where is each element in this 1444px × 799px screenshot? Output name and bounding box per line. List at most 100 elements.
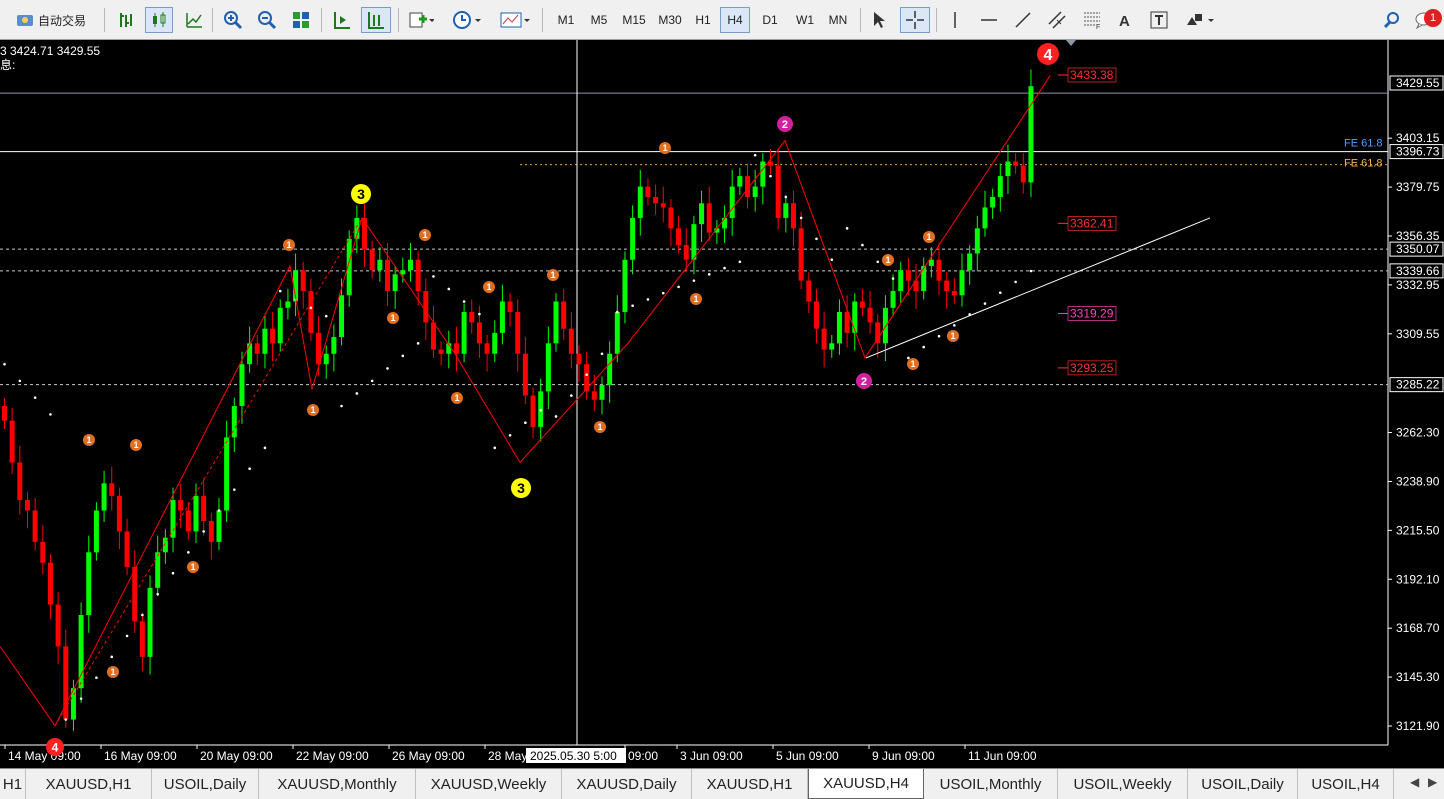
tab-xauusd-weekly[interactable]: XAUUSD,Weekly [416,769,562,799]
tab-xauusd-h1[interactable]: XAUUSD,H1 [26,769,152,799]
clock-icon[interactable] [448,7,486,33]
sar-dot [600,352,604,356]
wave-projection-line[interactable] [54,217,363,727]
sar-dot [891,277,895,280]
templates-icon[interactable] [495,7,535,33]
sar-dot [309,306,313,310]
candle-bearish [706,203,712,233]
crosshair-icon[interactable] [900,7,930,33]
tab-usoil-daily-2[interactable]: USOIL,Daily [1188,769,1298,799]
candle-bullish [224,437,230,511]
level-price-label: 3293.25 [1070,361,1114,375]
line-chart-icon[interactable] [181,7,207,33]
sar-dot [202,530,205,533]
shapes-icon[interactable] [1180,7,1220,33]
candle-bullish [928,259,934,266]
candle-bearish [385,259,390,292]
auto-trade-button[interactable]: 自动交易 [4,7,98,33]
sar-dot [570,394,573,397]
tile-windows-icon[interactable] [287,7,315,33]
candle-bullish [607,353,613,386]
price-axis-label: 3285.22 [1396,378,1440,392]
candle-bearish [951,291,957,296]
chart-info: 3 3424.71 3429.55 息: [0,44,100,72]
text-label-icon[interactable] [1145,7,1173,33]
candle-bearish [821,328,827,350]
tab-usoil-weekly[interactable]: USOIL,Weekly [1058,769,1188,799]
tab-h1[interactable]: H1 [0,769,26,799]
sar-dot [830,258,834,262]
price-chart[interactable]: 3429.55 3403.15 3396.73 3379.75 3356.35 3350.… [0,40,1444,768]
timeframe-m15[interactable]: M15 [616,7,652,33]
candle-bearish [55,604,61,647]
tab-xauusd-h1-2[interactable]: XAUUSD,H1 [692,769,808,799]
candle-bullish [630,217,636,260]
zoom-out-icon[interactable] [253,7,281,33]
candle-bullish [339,295,345,338]
candle-bullish [262,328,268,354]
timeframe-w1[interactable]: W1 [789,7,821,33]
trend-line-icon[interactable] [1010,7,1036,33]
autoscroll-icon[interactable] [328,7,356,33]
candle-bearish [9,420,15,463]
tab-usoil-h4[interactable]: USOIL,H4 [1298,769,1394,799]
tab-xauusd-h4[interactable]: XAUUSD,H4 [808,769,924,799]
search-icon[interactable] [1380,7,1404,33]
tab-scroll-right-icon[interactable]: ▶ [1428,775,1437,789]
candle-bullish [783,203,789,218]
sar-dot [585,373,588,376]
bar-chart-icon[interactable] [113,7,139,33]
notification-badge[interactable]: 1 [1424,9,1442,27]
sar-dot [278,289,282,293]
candle-bullish [170,500,176,538]
sar-dot [616,310,619,314]
wave-label-origin-text: 4 [52,740,59,754]
wave-label-1-text: 1 [926,232,931,242]
candle-chart-icon[interactable] [145,7,173,33]
timeframe-mn[interactable]: MN [822,7,854,33]
time-axis-label: 20 May 09:00 [200,749,273,763]
timeframe-m1[interactable]: M1 [550,7,582,33]
tab-xauusd-monthly[interactable]: XAUUSD,Monthly [259,769,416,799]
candle-bullish [890,291,896,308]
tab-xauusd-daily[interactable]: XAUUSD,Daily [562,769,692,799]
candle-bullish [400,270,406,275]
sar-dot [539,408,542,412]
equidistant-channel-icon[interactable] [1043,7,1071,33]
candle-bearish [47,562,53,605]
candle-bullish [239,364,245,407]
price-axis-label: 3356.35 [1396,229,1440,243]
candle-bullish [990,197,996,208]
text-icon[interactable]: A [1112,7,1138,33]
wave-label-3-top-text: 3 [357,186,365,202]
new-order-icon[interactable] [404,7,438,33]
sar-dot [233,488,236,491]
chart-shift-icon[interactable] [361,7,391,33]
chart-canvas[interactable]: 3429.55 3403.153396.73 3379.75 3356.353350.… [0,40,1444,768]
vertical-line-icon[interactable] [942,7,968,33]
candle-bullish [722,217,728,229]
cursor-icon[interactable] [866,7,892,33]
candle-bullish [967,253,973,271]
sar-dot [187,551,190,554]
tab-scroll-left-icon[interactable]: ◀ [1410,775,1419,789]
timeframe-h1[interactable]: H1 [687,7,719,33]
timeframe-d1[interactable]: D1 [754,7,786,33]
tab-usoil-daily[interactable]: USOIL,Daily [152,769,259,799]
tab-usoil-monthly[interactable]: USOIL,Monthly [924,769,1058,799]
timeframe-h4[interactable]: H4 [720,7,750,33]
candle-bearish [423,291,429,323]
timeframe-m30[interactable]: M30 [652,7,688,33]
level-price-label: 3433.38 [1070,68,1114,82]
toolbar-separator [398,8,399,32]
time-axis-label: 3 Jun 09:00 [680,749,743,763]
candle-bullish [247,343,253,365]
fibonacci-icon[interactable]: F [1078,7,1106,33]
zoom-in-icon[interactable] [219,7,247,33]
horizontal-line-icon[interactable] [976,7,1002,33]
sar-dot [769,174,772,178]
timeframe-m5[interactable]: M5 [583,7,615,33]
price-axis-label: 3192.10 [1396,572,1440,586]
level-price-label: 3319.29 [1070,306,1114,320]
candle-bearish [568,328,574,354]
